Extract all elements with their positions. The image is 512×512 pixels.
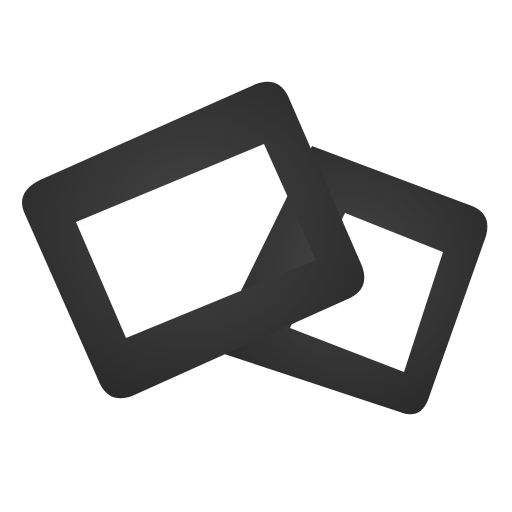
photo-slides-icon xyxy=(22,81,488,415)
icon-canvas xyxy=(0,0,512,512)
